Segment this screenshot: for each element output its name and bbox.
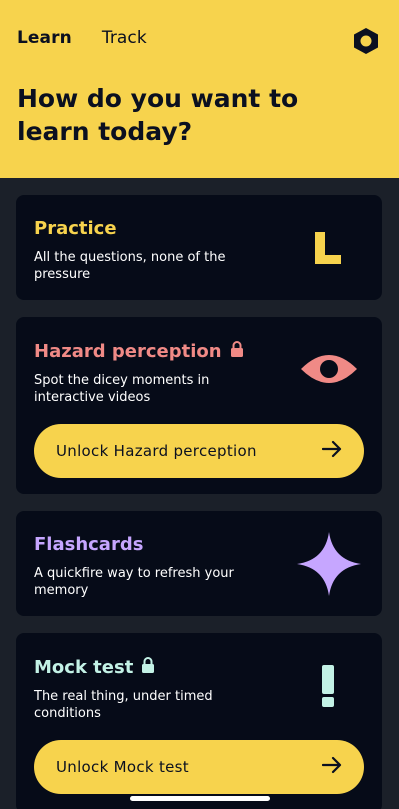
mock-title: Mock test bbox=[34, 657, 155, 678]
home-indicator[interactable] bbox=[130, 796, 270, 801]
flashcards-title: Flashcards bbox=[34, 534, 143, 555]
flashcards-title-text: Flashcards bbox=[34, 534, 144, 555]
mock-description: The real thing, under timed conditions bbox=[34, 689, 213, 721]
hazard-perception-card: Hazard perception Spot the dicey moments… bbox=[16, 317, 382, 494]
tab-track[interactable]: Track bbox=[102, 28, 147, 48]
hazard-description: Spot the dicey moments in interactive vi… bbox=[34, 373, 210, 405]
app-screen: Learn Track How do you want to learn tod… bbox=[0, 0, 399, 809]
top-tabs: Learn Track bbox=[17, 28, 147, 48]
arrow-right-icon bbox=[321, 756, 342, 778]
unlock-mock-test-button[interactable]: Unlock Mock test bbox=[34, 740, 364, 794]
hazard-title: Hazard perception bbox=[34, 341, 244, 362]
exclamation-icon bbox=[318, 663, 338, 709]
sparkle-star-icon bbox=[294, 529, 364, 599]
unlock-hazard-perception-button[interactable]: Unlock Hazard perception bbox=[34, 424, 364, 478]
lock-icon bbox=[141, 657, 155, 678]
mock-test-card: Mock test The real thing, under timed co… bbox=[16, 633, 382, 809]
unlock-mock-label: Unlock Mock test bbox=[56, 758, 189, 776]
arrow-right-icon bbox=[321, 440, 342, 462]
mock-title-text: Mock test bbox=[34, 657, 134, 678]
flashcards-card[interactable]: Flashcards A quickfire way to refresh yo… bbox=[16, 511, 382, 616]
tab-learn[interactable]: Learn bbox=[17, 28, 72, 48]
flashcards-description: A quickfire way to refresh your memory bbox=[34, 566, 234, 598]
practice-title-text: Practice bbox=[34, 218, 117, 239]
practice-card[interactable]: Practice All the questions, none of the … bbox=[16, 195, 382, 300]
header: Learn Track How do you want to learn tod… bbox=[0, 0, 399, 178]
page-title: How do you want to learn today? bbox=[17, 84, 299, 146]
unlock-hazard-label: Unlock Hazard perception bbox=[56, 442, 257, 460]
L-shape-icon bbox=[312, 229, 344, 267]
lock-icon bbox=[230, 341, 244, 362]
practice-description: All the questions, none of the pressure bbox=[34, 250, 226, 282]
practice-title: Practice bbox=[34, 218, 117, 239]
eye-icon bbox=[298, 349, 360, 389]
hazard-title-text: Hazard perception bbox=[34, 341, 222, 362]
hexagon-settings-icon[interactable] bbox=[349, 24, 383, 58]
